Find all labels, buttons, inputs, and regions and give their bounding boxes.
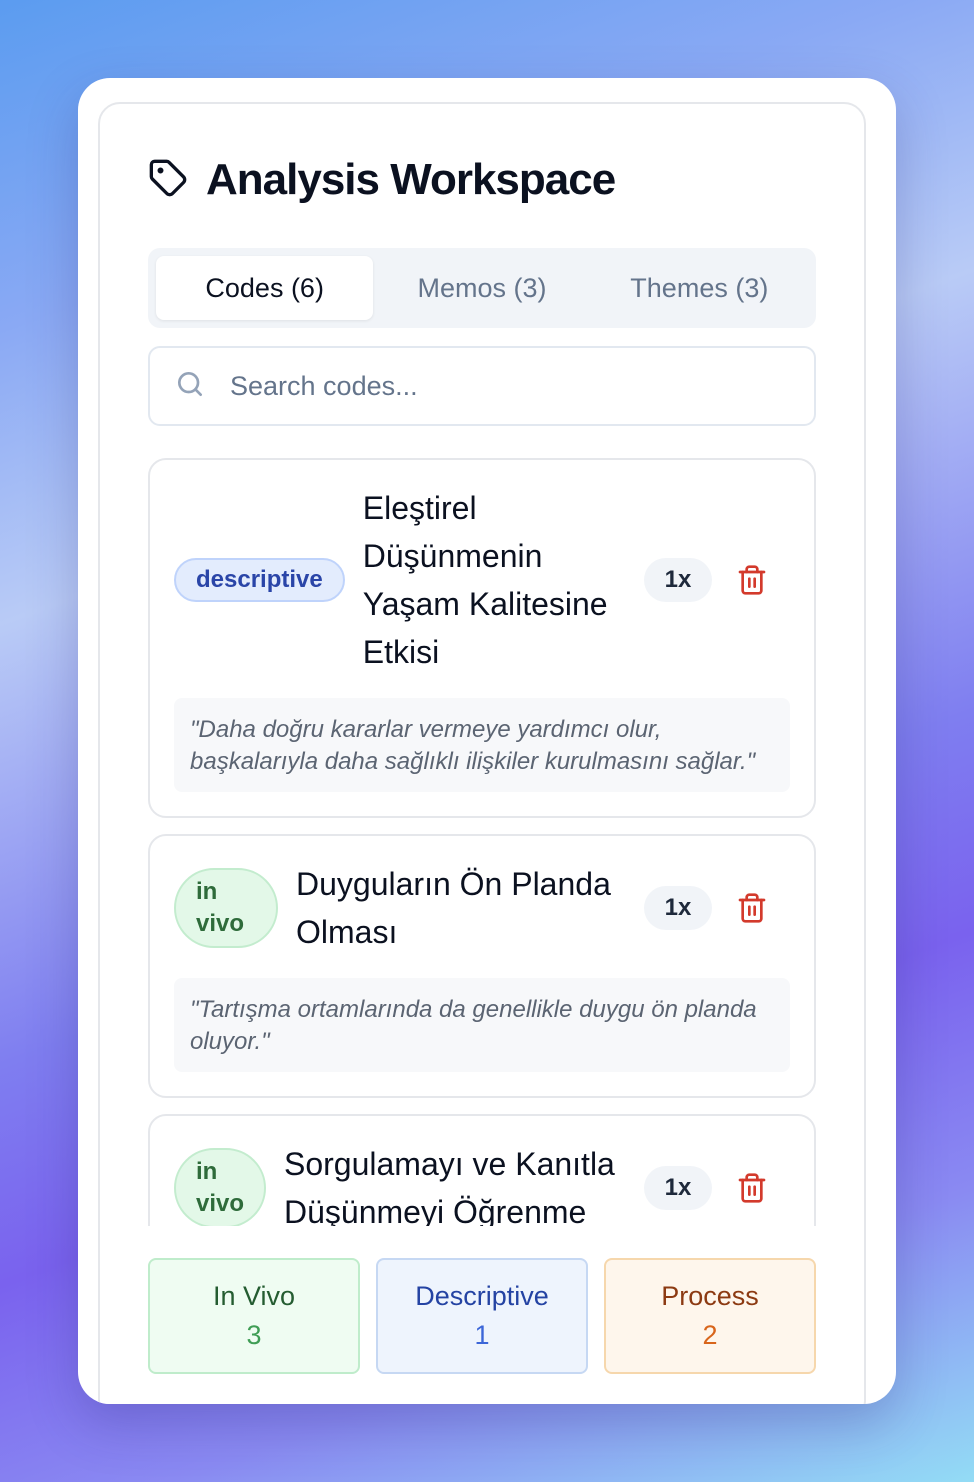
code-name: Sorgulamayı ve Kanıtla Düşünmeyi Öğrenme [284,1146,615,1226]
code-card[interactable]: in vivo Sorgulamayı ve Kanıtla Düşünmeyi… [148,1114,816,1226]
trash-icon [738,1173,766,1203]
trash-icon [738,893,766,923]
code-type-badge: in vivo [174,1148,266,1226]
search-box [148,346,816,426]
stat-label: Process [661,1281,759,1311]
delete-code-button[interactable] [732,888,772,928]
code-type-summary: In Vivo 3 Descriptive 1 Process 2 [148,1258,816,1374]
code-name: Duyguların Ön Planda Olması [296,866,611,950]
stat-value: 1 [474,1320,490,1350]
tab-bar: Codes (6) Memos (3) Themes (3) [148,248,816,328]
stat-label: Descriptive [415,1281,549,1311]
delete-code-button[interactable] [732,1168,772,1208]
code-list[interactable]: descriptive Eleştirel Düşünmenin Yaşam K… [148,458,816,1226]
stat-descriptive: Descriptive 1 [376,1258,588,1374]
usage-count-badge: 1x [644,558,712,602]
code-quote: "Tartışma ortamlarında da genellikle duy… [174,978,790,1072]
page-title: Analysis Workspace [206,155,616,204]
code-type-badge: in vivo [174,868,278,948]
code-card[interactable]: in vivo Duyguların Ön Planda Olması 1x "… [148,834,816,1098]
panel-header: Analysis Workspace [148,154,616,206]
tab-codes[interactable]: Codes (6) [156,256,374,320]
stat-process: Process 2 [604,1258,816,1374]
stat-value: 2 [702,1320,718,1350]
code-name: Eleştirel Düşünmenin Yaşam Kalitesine Et… [362,490,608,670]
usage-count-badge: 1x [644,886,712,930]
tab-memos[interactable]: Memos (3) [373,256,590,320]
code-card[interactable]: descriptive Eleştirel Düşünmenin Yaşam K… [148,458,816,818]
delete-code-button[interactable] [732,560,772,600]
usage-count-badge: 1x [644,1166,712,1210]
search-input[interactable] [230,370,790,402]
trash-icon [738,565,766,595]
code-type-badge: descriptive [174,558,345,602]
code-quote: "Daha doğru kararlar vermeye yardımcı ol… [174,698,790,792]
stat-in-vivo: In Vivo 3 [148,1258,360,1374]
tag-icon [148,158,188,203]
tab-themes[interactable]: Themes (3) [591,256,808,320]
stat-value: 3 [246,1320,262,1350]
stat-label: In Vivo [212,1281,296,1311]
workspace-card: Analysis Workspace Codes (6) Memos (3) T… [78,78,896,1404]
search-icon [174,368,206,405]
workspace-panel: Analysis Workspace Codes (6) Memos (3) T… [98,102,866,1404]
